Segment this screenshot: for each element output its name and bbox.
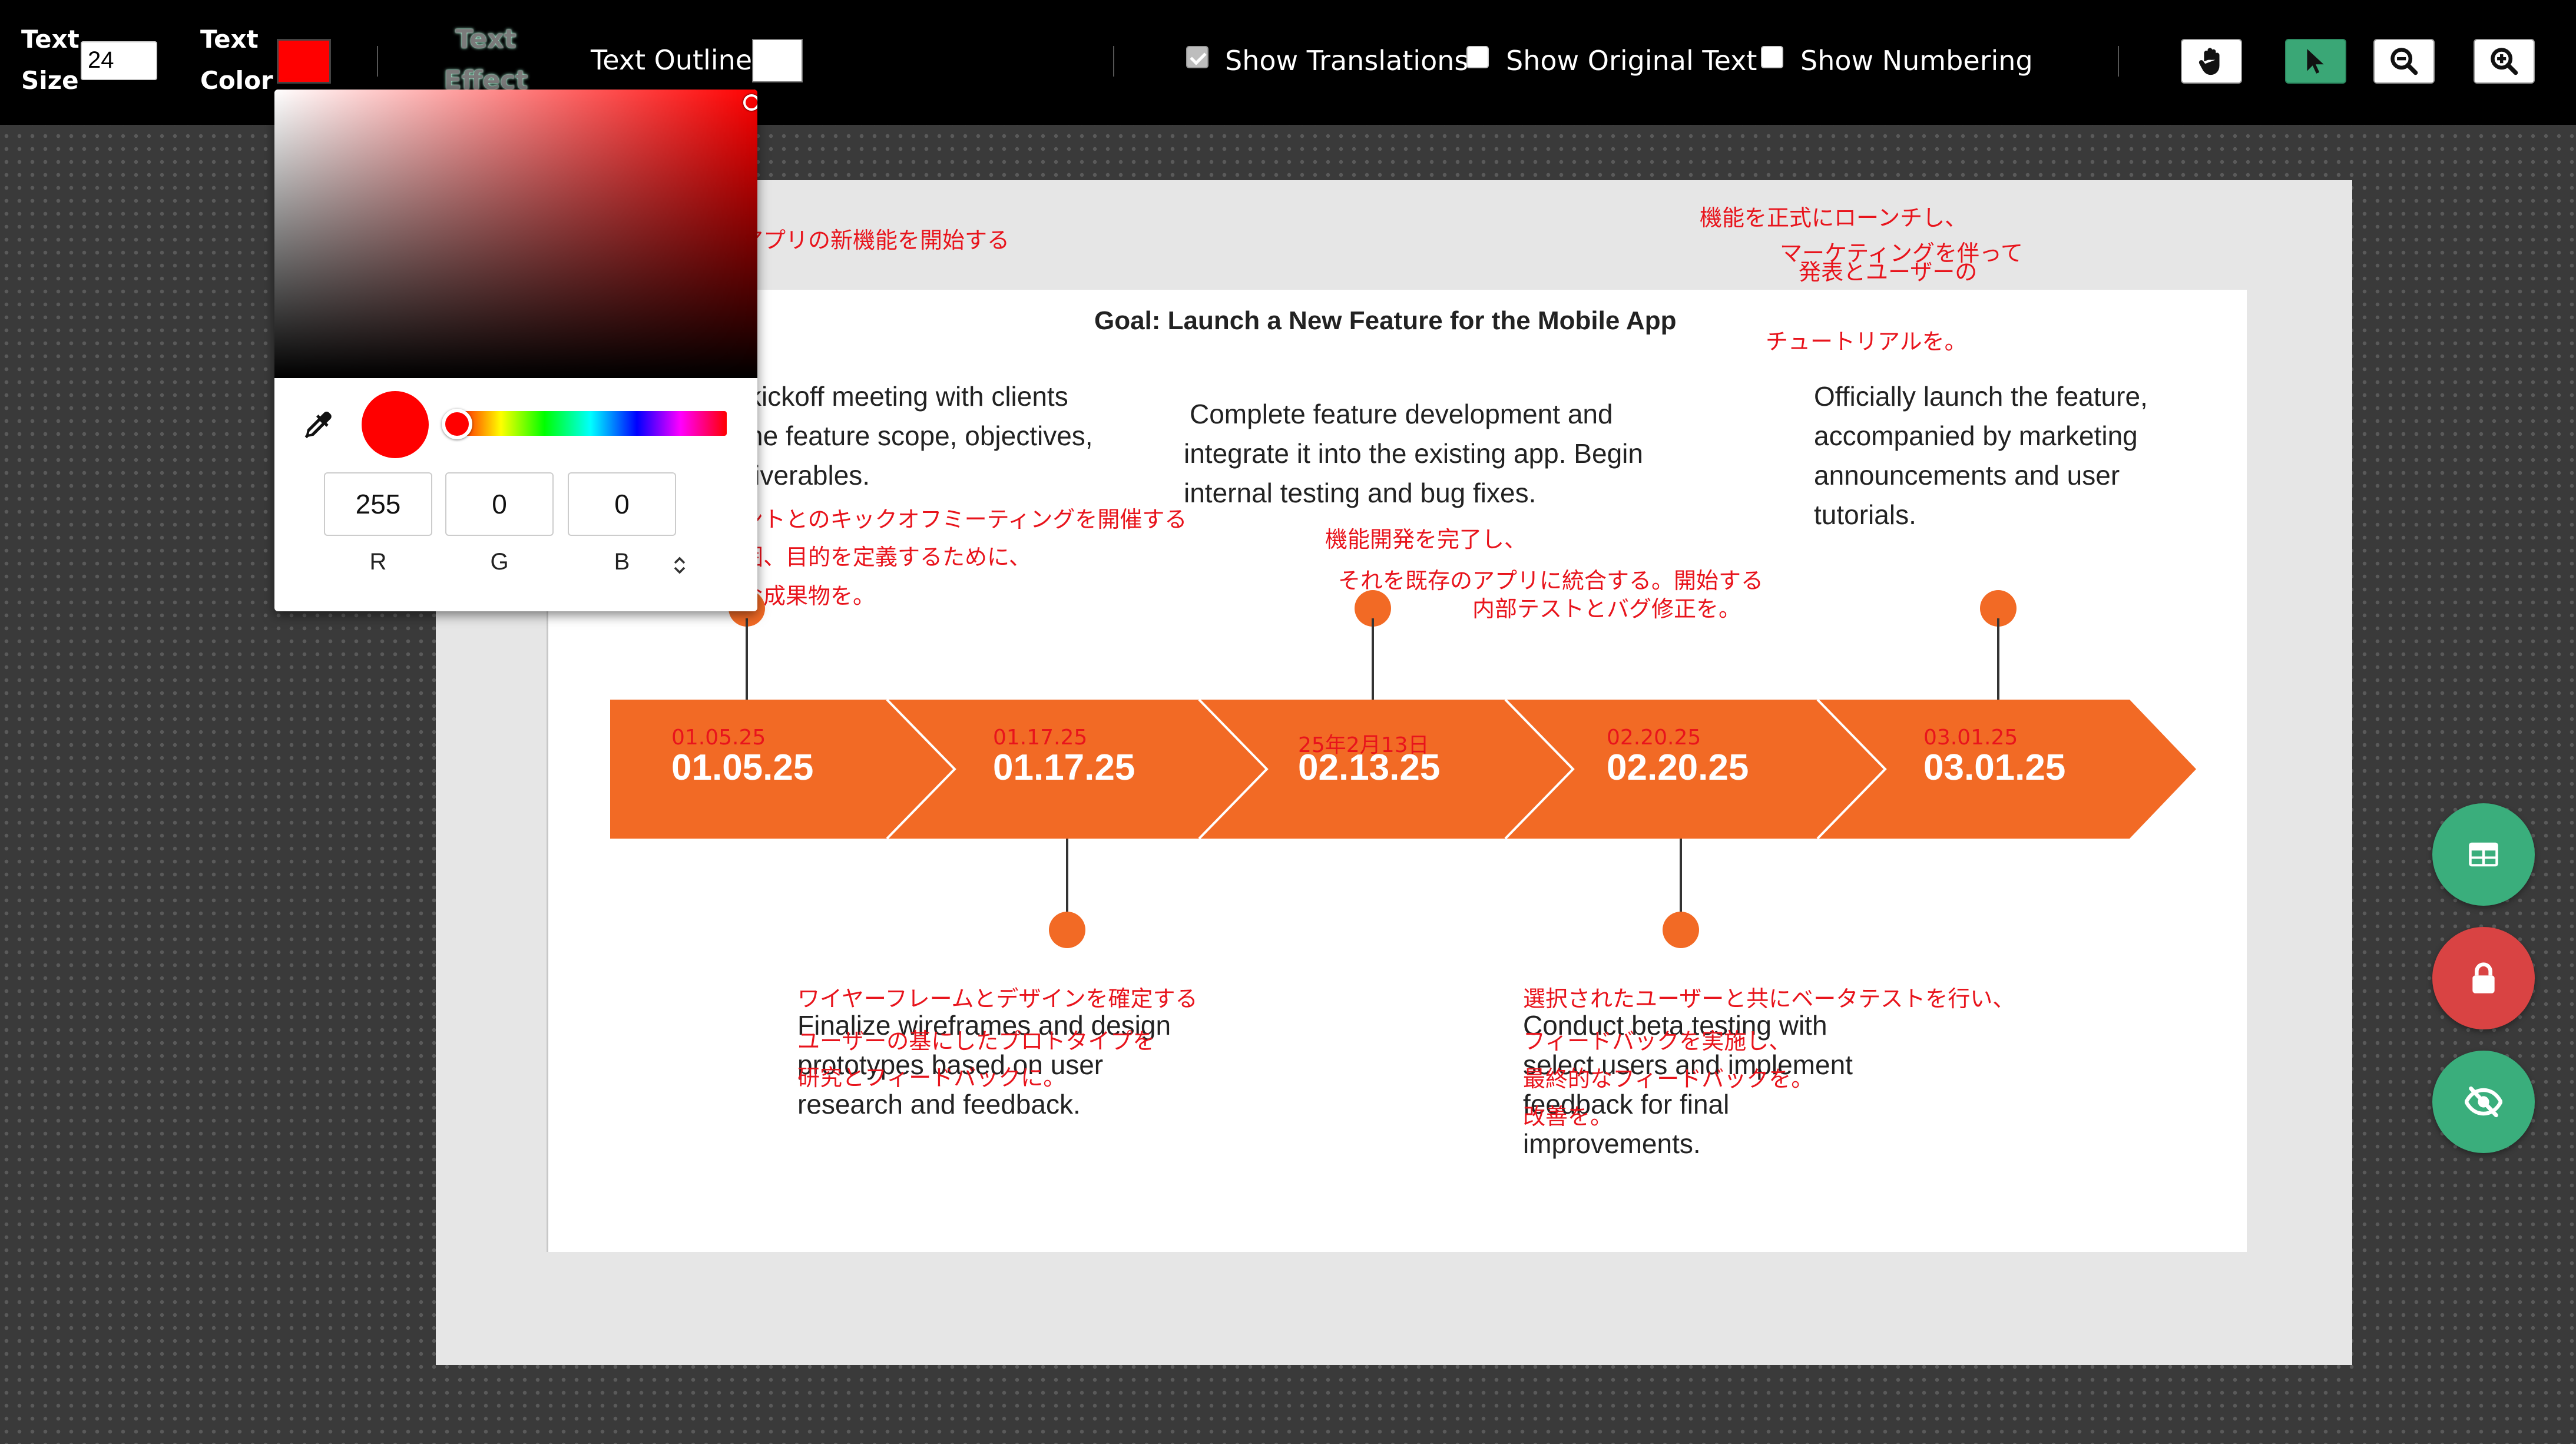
- milestone-3-line: internal testing and bug fixes.: [1184, 478, 1537, 508]
- milestone-4-dot: [1663, 912, 1699, 948]
- milestone-1-text[interactable]: kickoff meeting with clients he feature …: [748, 377, 1093, 495]
- date-4-translation[interactable]: 02.20.25: [1607, 726, 1701, 750]
- text-color-swatch[interactable]: [277, 39, 331, 84]
- lock-button[interactable]: [2432, 927, 2535, 1029]
- show-numbering-label: Show Numbering: [1800, 45, 2033, 77]
- date-5[interactable]: 03.01.25: [1923, 747, 2065, 789]
- show-original-text-label: Show Original Text: [1506, 45, 1757, 77]
- red-label: R: [369, 549, 387, 575]
- document-title[interactable]: Goal: Launch a New Feature for the Mobil…: [1094, 306, 1676, 336]
- green-label: G: [490, 549, 509, 575]
- color-mode-toggle-icon[interactable]: [673, 555, 687, 576]
- red-input[interactable]: 255: [324, 472, 432, 536]
- text-size-label-line1: Text: [21, 25, 80, 54]
- text-effect-button[interactable]: Text Effect: [436, 19, 536, 101]
- milestone-3-line: integrate it into the existing app. Begi…: [1184, 438, 1643, 469]
- milestone-1-line: he feature scope, objectives,: [748, 420, 1093, 451]
- show-translations-label: Show Translations: [1225, 45, 1469, 77]
- milestone-3-line: Complete feature development and: [1190, 399, 1613, 429]
- zoom-out-icon: [2390, 48, 2418, 75]
- text-size-label-line2: Size: [21, 66, 79, 95]
- text-color-label: Text Color: [200, 19, 273, 101]
- show-translations-checkbox[interactable]: [1186, 46, 1208, 68]
- header-translation-left[interactable]: アプリの新機能を開始する: [741, 223, 1009, 258]
- milestone-1-stem: [746, 618, 748, 702]
- milestone-3-translation-line1[interactable]: 機能開発を完了し、: [1325, 522, 1527, 557]
- date-3[interactable]: 02.13.25: [1298, 747, 1440, 789]
- date-1[interactable]: 01.05.25: [671, 747, 813, 789]
- milestone-4-stem: [1680, 839, 1682, 912]
- milestone-5-line: announcements and user: [1814, 460, 2120, 491]
- hue-slider-handle[interactable]: [442, 409, 472, 439]
- milestone-5-stem: [1997, 618, 1999, 702]
- milestone-4-translation-line4[interactable]: 改善を。: [1523, 1099, 1613, 1134]
- color-picker-popover: 255 0 0 R G B: [274, 90, 757, 611]
- milestone-2-dot: [1049, 912, 1085, 948]
- milestone-1-translation-line2[interactable]: 囲、目的を定義するために、: [741, 539, 1031, 575]
- milestone-2-translation-line3[interactable]: 研究とフィードバックに。: [797, 1060, 1065, 1095]
- milestone-4-translation-line3[interactable]: 最終的なフィードバックを。: [1523, 1061, 1813, 1097]
- zoom-in-button[interactable]: [2474, 39, 2535, 84]
- toolbar-divider: [377, 46, 378, 77]
- milestone-4-translation-line2[interactable]: フィードバックを実施し、: [1523, 1024, 1791, 1059]
- zoom-in-icon: [2491, 48, 2518, 75]
- blue-label: B: [614, 549, 630, 575]
- text-outline-swatch[interactable]: [752, 39, 803, 82]
- milestone-2-translation-line1[interactable]: ワイヤーフレームとデザインを確定する: [797, 981, 1197, 1016]
- text-effect-label-line1: Text: [455, 24, 516, 54]
- green-input[interactable]: 0: [445, 472, 554, 536]
- lock-icon: [2472, 962, 2495, 993]
- milestone-3-text[interactable]: Complete feature development and integra…: [1184, 395, 1643, 513]
- milestone-2-stem: [1066, 839, 1068, 912]
- date-4[interactable]: 02.20.25: [1607, 747, 1749, 789]
- toolbar-divider: [2118, 46, 2119, 77]
- milestone-5-line: accompanied by marketing: [1814, 420, 2138, 451]
- table-view-button[interactable]: [2432, 803, 2535, 906]
- milestone-5-line: tutorials.: [1814, 499, 1916, 530]
- header-translation-right-line4[interactable]: チュートリアルを。: [1766, 324, 1967, 359]
- toolbar-divider: [1113, 46, 1114, 77]
- table-icon: [2469, 842, 2498, 867]
- saturation-handle[interactable]: [743, 94, 757, 111]
- hand-tool-button[interactable]: [2181, 39, 2242, 84]
- select-tool-button[interactable]: [2285, 39, 2346, 84]
- eye-off-icon: [2465, 1086, 2502, 1118]
- eyedropper-icon[interactable]: [300, 408, 336, 443]
- milestone-3-translation-line3[interactable]: 内部テストとバグ修正を。: [1472, 591, 1741, 627]
- saturation-area[interactable]: [274, 90, 757, 378]
- date-2[interactable]: 01.17.25: [993, 747, 1135, 789]
- date-5-translation[interactable]: 03.01.25: [1923, 726, 2018, 750]
- milestone-1-translation-line1[interactable]: ントとのキックオフミーティングを開催する: [741, 502, 1187, 537]
- text-color-label-line1: Text: [200, 25, 259, 54]
- header-translation-right-line1[interactable]: 機能を正式にローンチし、: [1700, 200, 1967, 236]
- milestone-5-line: Officially launch the feature,: [1814, 381, 2148, 412]
- show-original-text-checkbox[interactable]: [1466, 46, 1489, 68]
- text-size-input[interactable]: 24: [81, 41, 157, 80]
- text-size-label: Text Size: [21, 19, 80, 101]
- date-1-translation[interactable]: 01.05.25: [671, 726, 766, 750]
- color-preview: [362, 391, 429, 458]
- milestone-5-text[interactable]: Officially launch the feature, accompani…: [1814, 377, 2148, 535]
- text-color-label-line2: Color: [200, 66, 273, 95]
- hand-icon: [2198, 48, 2220, 75]
- milestone-4-translation-line1[interactable]: 選択されたユーザーと共にベータテストを行い、: [1523, 981, 2015, 1016]
- milestone-3-stem: [1372, 618, 1374, 702]
- milestone-2-translation-line2[interactable]: ユーザーの基にしたプロトタイプを: [797, 1024, 1155, 1059]
- hue-slider[interactable]: [455, 411, 727, 436]
- pointer-icon: [2307, 49, 2324, 74]
- zoom-out-button[interactable]: [2373, 39, 2435, 84]
- header-translation-right-line3[interactable]: 発表とユーザーの: [1799, 254, 1977, 290]
- show-numbering-checkbox[interactable]: [1761, 46, 1783, 68]
- hide-translations-button[interactable]: [2432, 1051, 2535, 1153]
- text-outline-label: Text Outline: [591, 44, 753, 76]
- blue-input[interactable]: 0: [568, 472, 676, 536]
- date-2-translation[interactable]: 01.17.25: [993, 726, 1087, 750]
- milestone-1-line: liverables.: [748, 460, 870, 491]
- milestone-1-line: kickoff meeting with clients: [748, 381, 1068, 412]
